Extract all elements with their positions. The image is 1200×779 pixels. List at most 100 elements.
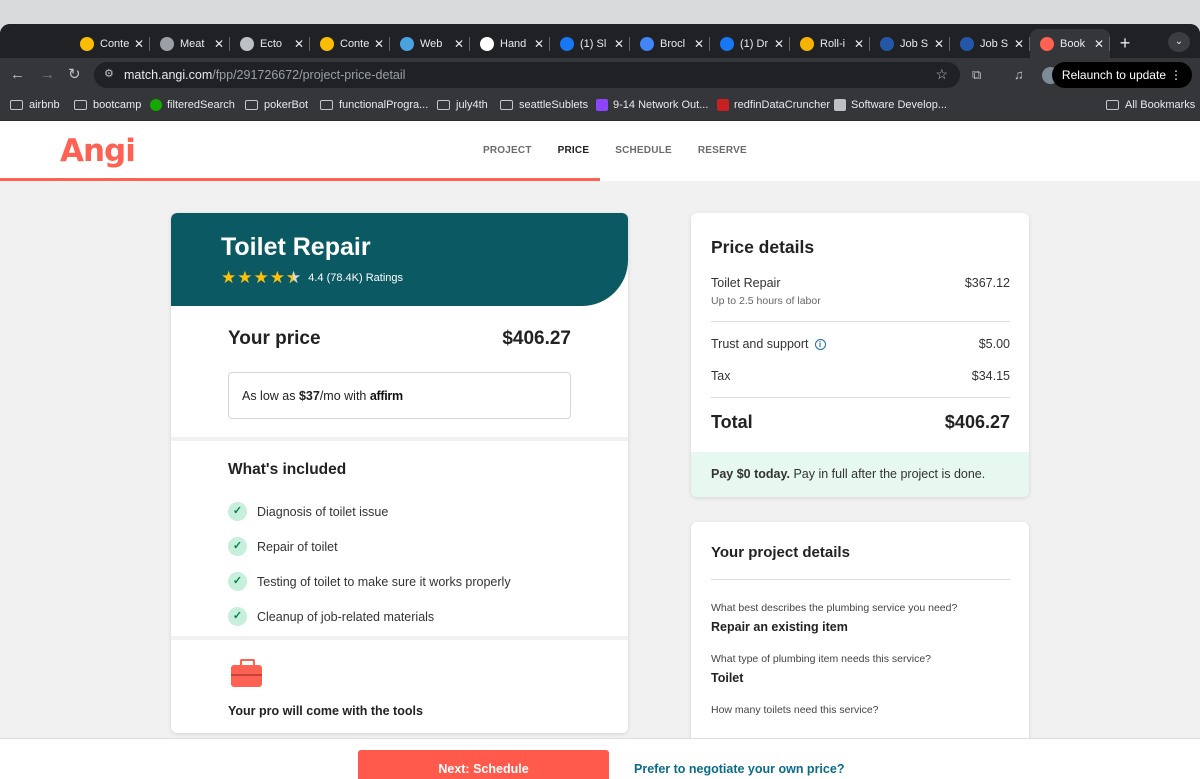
rating: ★ ★ ★ ★ ★★ 4.4 (78.4K) Ratings (221, 269, 403, 286)
total-row: Total $406.27 (711, 412, 1010, 433)
included-item: ✓ Testing of toilet to make sure it works… (228, 564, 511, 599)
close-tab-icon[interactable]: ✕ (454, 37, 464, 51)
close-tab-icon[interactable]: ✕ (694, 37, 704, 51)
browser-tab[interactable]: Hand ✕ (470, 29, 550, 58)
price-details-card: Price details Toilet Repair $367.12 Up t… (691, 213, 1029, 497)
star-icon: ★ (237, 268, 253, 287)
window-icon (400, 36, 414, 51)
pay-today-rest: Pay in full after the project is done. (789, 467, 986, 481)
reload-button[interactable]: ↻ (68, 66, 81, 84)
bookmark-item[interactable]: Software Develop... (834, 99, 947, 111)
divider (711, 579, 1010, 580)
browser-tab[interactable]: Roll-i ✕ (790, 29, 870, 58)
angi-page: Angi PROJECT PRICE SCHEDULE RESERVE Toilet … (0, 121, 1200, 779)
extensions-icon[interactable]: ⧉ (972, 66, 981, 84)
url-text[interactable]: match.angi.com/fpp/291726672/project-pri… (124, 68, 405, 82)
close-tab-icon[interactable]: ✕ (214, 37, 224, 51)
tab-search-button[interactable]: ⌄ (1168, 32, 1190, 52)
close-tab-icon[interactable]: ✕ (614, 37, 624, 51)
browser-tab[interactable]: Meat ✕ (150, 29, 230, 58)
chrome-icon (80, 36, 94, 51)
address-bar[interactable]: ⚙ match.angi.com/fpp/291726672/project-p… (94, 62, 960, 88)
affirm-prefix: As low as (242, 389, 299, 403)
facebook-icon (720, 36, 734, 51)
bookmark-item[interactable]: redfinDataCruncher (717, 99, 830, 111)
browser-tab[interactable]: Web ✕ (390, 29, 470, 58)
affirm-logo: affirm (369, 389, 403, 403)
close-tab-icon[interactable]: ✕ (1094, 37, 1104, 51)
close-tab-icon[interactable]: ✕ (774, 37, 784, 51)
included-item-text: Cleanup of job-related materials (257, 609, 435, 624)
bookmark-item[interactable]: airbnb (10, 99, 60, 111)
browser-tab[interactable]: Brocl ✕ (630, 29, 710, 58)
info-icon[interactable]: i (814, 339, 826, 350)
bookmark-label: airbnb (29, 99, 60, 111)
close-tab-icon[interactable]: ✕ (534, 37, 544, 51)
bookmark-label: seattleSublets (519, 99, 589, 111)
browser-tab[interactable]: Conte ✕ (70, 29, 150, 58)
new-tab-button[interactable]: + (1110, 29, 1140, 58)
bookmark-item[interactable]: bootcamp (74, 99, 141, 111)
tabs: Conte ✕ Meat ✕ Ecto ✕ Conte ✕ Web ✕ Hand ✕ (1) Sl ✕ Br… (70, 29, 1140, 58)
bookmark-item[interactable]: july4th (437, 99, 488, 111)
bookmark-star-icon[interactable]: ☆ (935, 66, 948, 83)
affirm-financing-box[interactable]: As low as $37/mo with affirm (228, 372, 571, 419)
tab-title: Hand (500, 37, 527, 50)
star-icon: ★ (269, 268, 285, 287)
folder-icon (245, 100, 258, 110)
bookmark-item[interactable]: pokerBot (245, 99, 308, 111)
docs-icon (640, 36, 654, 51)
close-tab-icon[interactable]: ✕ (1014, 37, 1024, 51)
close-tab-icon[interactable]: ✕ (134, 37, 144, 51)
total-price: $406.27 (944, 412, 1010, 432)
included-item: ✓ Cleanup of job-related materials (228, 599, 511, 634)
relaunch-button[interactable]: Relaunch to update ⋮ (1051, 62, 1192, 88)
site-info-icon[interactable]: ⚙ (104, 67, 114, 80)
browser-tab[interactable]: Job S ✕ (870, 29, 950, 58)
tax-price: $34.15 (971, 369, 1010, 383)
tab-strip: Conte ✕ Meat ✕ Ecto ✕ Conte ✕ Web ✕ Hand ✕ (1) Sl ✕ Br… (0, 24, 1200, 58)
included-item: ✓ Repair of toilet (228, 529, 511, 564)
affirm-suffix: /mo with (319, 389, 370, 403)
step-schedule[interactable]: SCHEDULE (615, 145, 672, 156)
negotiate-price-link[interactable]: Prefer to negotiate your own price? (634, 762, 844, 776)
forward-button[interactable]: → (40, 66, 55, 84)
chrome-icon (320, 36, 334, 51)
browser-tab[interactable]: Ecto ✕ (230, 29, 310, 58)
angi-logo[interactable]: Angi (60, 133, 136, 169)
bookmark-label: bootcamp (93, 99, 142, 111)
question-text: How many toilets need this service? (711, 704, 879, 716)
facebook-icon (560, 36, 574, 51)
tax-label: Tax (711, 369, 731, 383)
step-reserve[interactable]: RESERVE (698, 145, 747, 156)
site-header: Angi PROJECT PRICE SCHEDULE RESERVE (0, 121, 1200, 181)
bookmark-item[interactable]: seattleSublets (500, 99, 588, 111)
bookmark-label: Software Develop... (851, 99, 947, 111)
close-tab-icon[interactable]: ✕ (294, 37, 304, 51)
browser-tab[interactable]: Book ✕ (1030, 29, 1110, 58)
browser-tab[interactable]: Conte ✕ (310, 29, 390, 58)
close-tab-icon[interactable]: ✕ (934, 37, 944, 51)
step-project[interactable]: PROJECT (483, 145, 532, 156)
bookmarks-bar: All Bookmarks airbnb bootcamp filteredSear… (0, 92, 1200, 121)
media-control-icon[interactable]: ♫ (1014, 66, 1024, 84)
next-schedule-button[interactable]: Next: Schedule (358, 750, 609, 779)
back-button[interactable]: ← (10, 66, 25, 84)
browser-tab[interactable]: (1) Dr ✕ (710, 29, 790, 58)
included-item: ✓ Diagnosis of toilet issue (228, 494, 511, 529)
bookmark-item[interactable]: filteredSearch (150, 99, 235, 111)
bookmark-item[interactable]: 9-14 Network Out... (596, 99, 708, 111)
slides-icon (800, 36, 814, 51)
browser-tab[interactable]: Job S ✕ (950, 29, 1030, 58)
browser-toolbar: ← → ↻ ⚙ match.angi.com/fpp/291726672/pro… (0, 58, 1200, 92)
question-text: What best describes the plumbing service… (711, 602, 958, 614)
folder-icon (320, 100, 333, 110)
close-tab-icon[interactable]: ✕ (854, 37, 864, 51)
bookmark-item[interactable]: functionalProgra... (320, 99, 428, 111)
close-tab-icon[interactable]: ✕ (374, 37, 384, 51)
step-price[interactable]: PRICE (558, 145, 590, 156)
your-price-value: $406.27 (502, 328, 571, 349)
browser-tab[interactable]: (1) Sl ✕ (550, 29, 630, 58)
tab-title: Conte (340, 37, 370, 50)
all-bookmarks[interactable]: All Bookmarks (1106, 99, 1195, 111)
